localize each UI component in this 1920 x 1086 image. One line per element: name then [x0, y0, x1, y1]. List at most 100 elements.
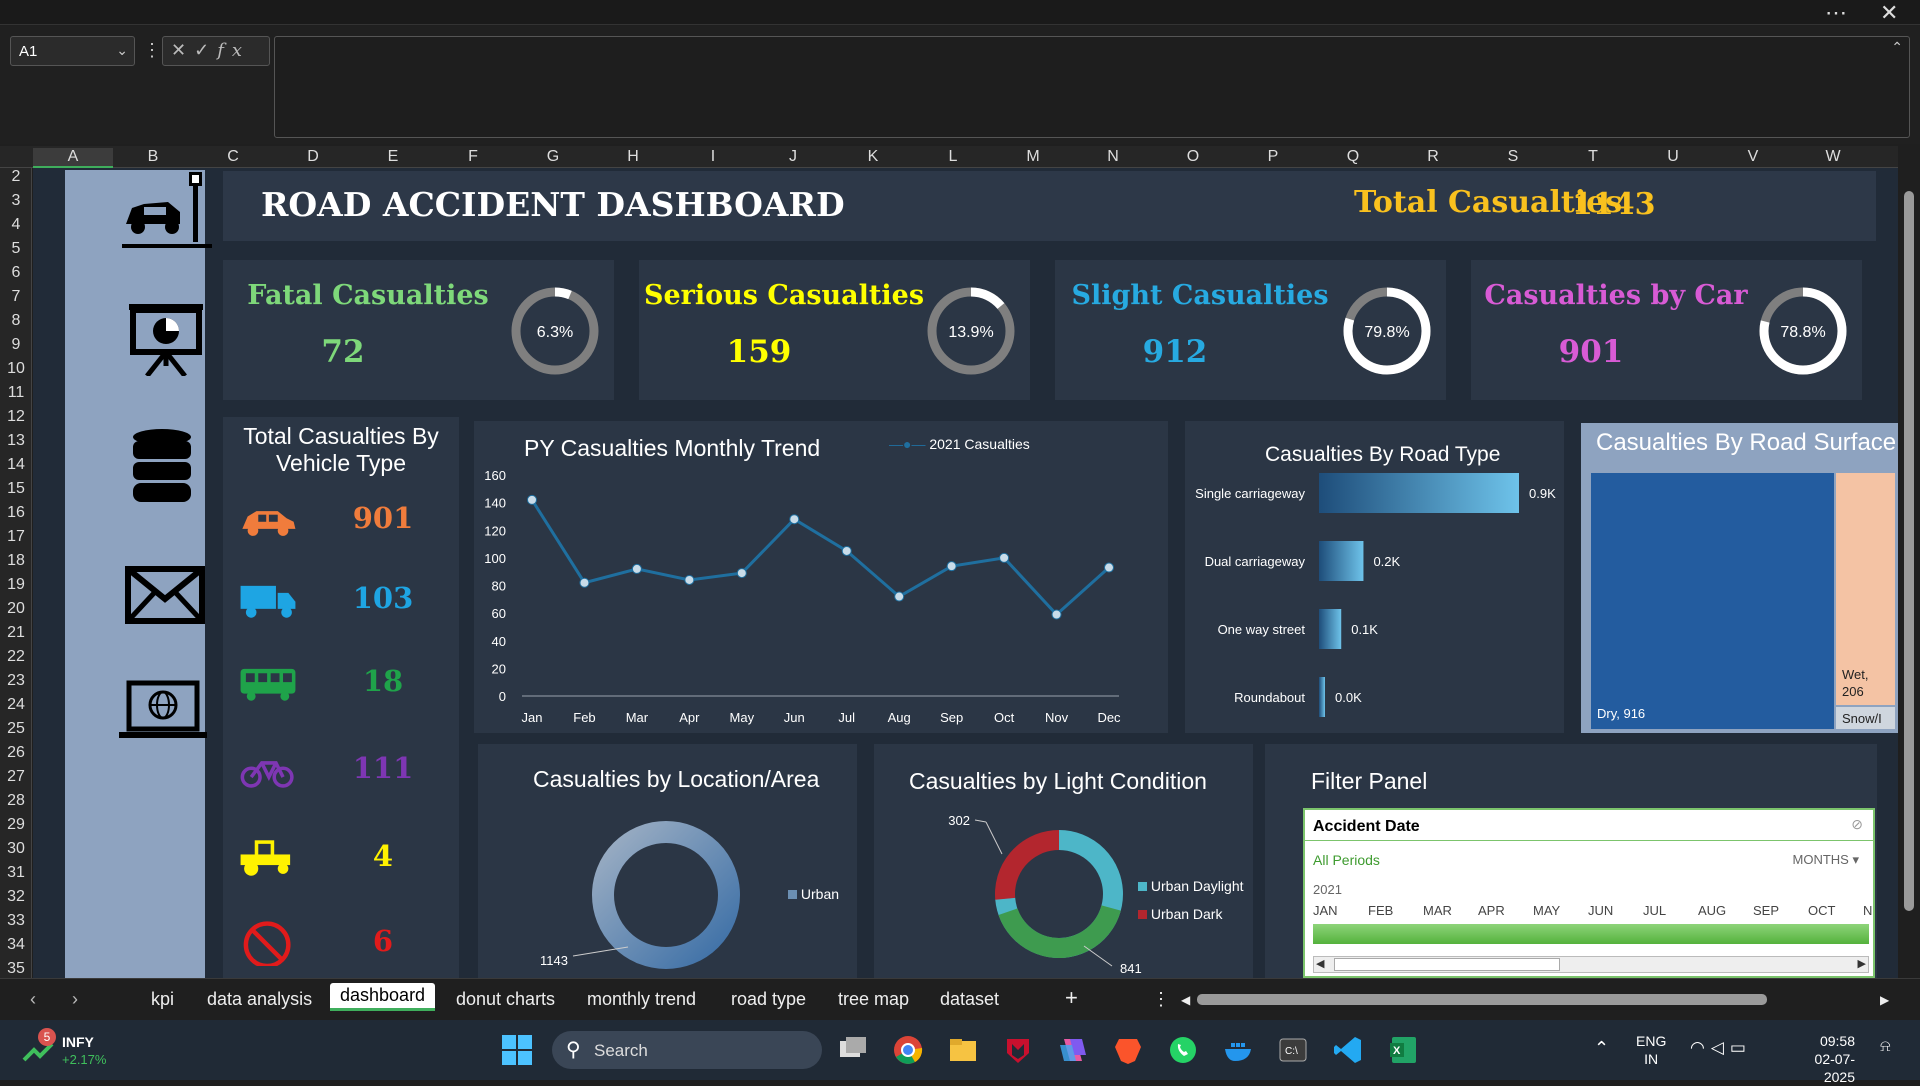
row-header[interactable]: 22	[0, 648, 32, 666]
sheet-tab[interactable]: dashboard	[330, 983, 436, 1011]
month-label[interactable]: MAR	[1423, 903, 1452, 918]
column-header[interactable]: B	[113, 148, 193, 166]
month-label[interactable]: FEB	[1368, 903, 1393, 918]
tab-prev-icon[interactable]: ‹	[30, 989, 36, 1010]
brave-icon[interactable]	[1113, 1035, 1143, 1065]
column-header[interactable]: I	[673, 148, 753, 166]
month-label[interactable]: SEP	[1753, 903, 1779, 918]
more-options-icon[interactable]: ⋯	[1825, 0, 1847, 26]
bar[interactable]	[1319, 677, 1325, 717]
bar[interactable]	[1319, 473, 1519, 513]
car-accident-icon[interactable]	[122, 172, 212, 250]
column-header[interactable]: G	[513, 148, 593, 166]
column-header[interactable]: V	[1713, 148, 1793, 166]
data-point[interactable]	[789, 514, 800, 525]
file-explorer-icon[interactable]	[948, 1035, 978, 1065]
treemap-wet[interactable]: Wet, 206	[1836, 473, 1895, 705]
column-header[interactable]: P	[1233, 148, 1313, 166]
stock-widget[interactable]: 5 INFY +2.17%	[22, 1028, 106, 1069]
row-header[interactable]: 11	[0, 384, 32, 402]
column-header[interactable]: F	[433, 148, 513, 166]
month-label[interactable]: N	[1863, 903, 1872, 918]
month-label[interactable]: JUN	[1588, 903, 1613, 918]
row-header[interactable]: 26	[0, 744, 32, 762]
column-header[interactable]: Q	[1313, 148, 1393, 166]
sheet-tab[interactable]: tree map	[838, 989, 909, 1010]
month-label[interactable]: JAN	[1313, 903, 1338, 918]
row-header[interactable]: 19	[0, 576, 32, 594]
enter-icon[interactable]: ✓	[194, 40, 217, 60]
vertical-scrollbar[interactable]	[1898, 146, 1920, 978]
wifi-icon[interactable]: ◠	[1690, 1038, 1711, 1057]
scroll-right-icon[interactable]: ▶	[1880, 993, 1889, 1007]
data-point[interactable]	[946, 561, 957, 572]
row-header[interactable]: 29	[0, 816, 32, 834]
vscode-icon[interactable]	[1333, 1035, 1363, 1065]
row-header[interactable]: 7	[0, 288, 32, 306]
laptop-globe-icon[interactable]	[117, 680, 209, 740]
horizontal-scrollbar[interactable]	[1197, 994, 1767, 1005]
chevron-up-icon[interactable]: ⌃	[1594, 1038, 1609, 1059]
row-header[interactable]: 20	[0, 600, 32, 618]
bar[interactable]	[1319, 609, 1342, 649]
data-point[interactable]	[736, 568, 747, 579]
row-header[interactable]: 8	[0, 312, 32, 330]
row-header[interactable]: 28	[0, 792, 32, 810]
donut-segment-urban[interactable]	[592, 821, 740, 969]
chrome-icon[interactable]	[893, 1035, 923, 1065]
month-label[interactable]: MAY	[1533, 903, 1560, 918]
row-header[interactable]: 16	[0, 504, 32, 522]
row-header[interactable]: 4	[0, 216, 32, 234]
tab-next-icon[interactable]: ›	[72, 989, 78, 1010]
column-header[interactable]: N	[1073, 148, 1153, 166]
collapse-icon[interactable]: ⌃	[1891, 39, 1903, 56]
terminal-icon[interactable]: C:\	[1278, 1035, 1308, 1065]
row-header[interactable]: 2	[0, 168, 32, 186]
system-tray[interactable]: ◠◁▭	[1690, 1038, 1752, 1058]
row-header[interactable]: 35	[0, 960, 32, 978]
sheet-tab[interactable]: data analysis	[207, 989, 312, 1010]
row-header[interactable]: 6	[0, 264, 32, 282]
column-header[interactable]: S	[1473, 148, 1553, 166]
column-header[interactable]: K	[833, 148, 913, 166]
sheet-tab[interactable]: monthly trend	[587, 989, 696, 1010]
scroll-left-icon[interactable]: ◀	[1181, 993, 1190, 1007]
data-point[interactable]	[1051, 609, 1062, 620]
cancel-icon[interactable]: ✕	[171, 40, 194, 60]
add-sheet-icon[interactable]: +	[1065, 985, 1078, 1011]
row-header[interactable]: 5	[0, 240, 32, 258]
month-label[interactable]: AUG	[1698, 903, 1726, 918]
month-label[interactable]: JUL	[1643, 903, 1666, 918]
database-icon[interactable]	[131, 428, 193, 504]
data-point[interactable]	[1104, 562, 1114, 573]
clock[interactable]: 09:58 02-07-2025	[1787, 1032, 1855, 1086]
row-header[interactable]: 17	[0, 528, 32, 546]
bar[interactable]	[1319, 541, 1364, 581]
row-header[interactable]: 10	[0, 360, 32, 378]
row-header[interactable]: 32	[0, 888, 32, 906]
row-header[interactable]: 15	[0, 480, 32, 498]
row-header[interactable]: 18	[0, 552, 32, 570]
data-point[interactable]	[841, 545, 852, 556]
column-header[interactable]: E	[353, 148, 433, 166]
column-header[interactable]: H	[593, 148, 673, 166]
docker-icon[interactable]	[1223, 1035, 1253, 1065]
data-point[interactable]	[527, 494, 537, 505]
sheet-tab[interactable]: road type	[731, 989, 806, 1010]
column-header[interactable]: C	[193, 148, 273, 166]
column-header[interactable]: O	[1153, 148, 1233, 166]
clear-filter-icon[interactable]: ⊘	[1851, 816, 1863, 833]
mcafee-icon[interactable]	[1003, 1035, 1033, 1065]
row-header[interactable]: 24	[0, 696, 32, 714]
column-header[interactable]: T	[1553, 148, 1633, 166]
column-header[interactable]: W	[1793, 148, 1873, 166]
timeline-bar[interactable]	[1313, 924, 1869, 944]
copilot-icon[interactable]	[1058, 1035, 1088, 1065]
search-box[interactable]: ⚲ Search	[552, 1031, 822, 1069]
sheet-tab[interactable]: dataset	[940, 989, 999, 1010]
row-header[interactable]: 13	[0, 432, 32, 450]
data-point[interactable]	[631, 563, 642, 574]
data-point[interactable]	[999, 552, 1010, 563]
row-header[interactable]: 23	[0, 672, 32, 690]
row-header[interactable]: 34	[0, 936, 32, 954]
